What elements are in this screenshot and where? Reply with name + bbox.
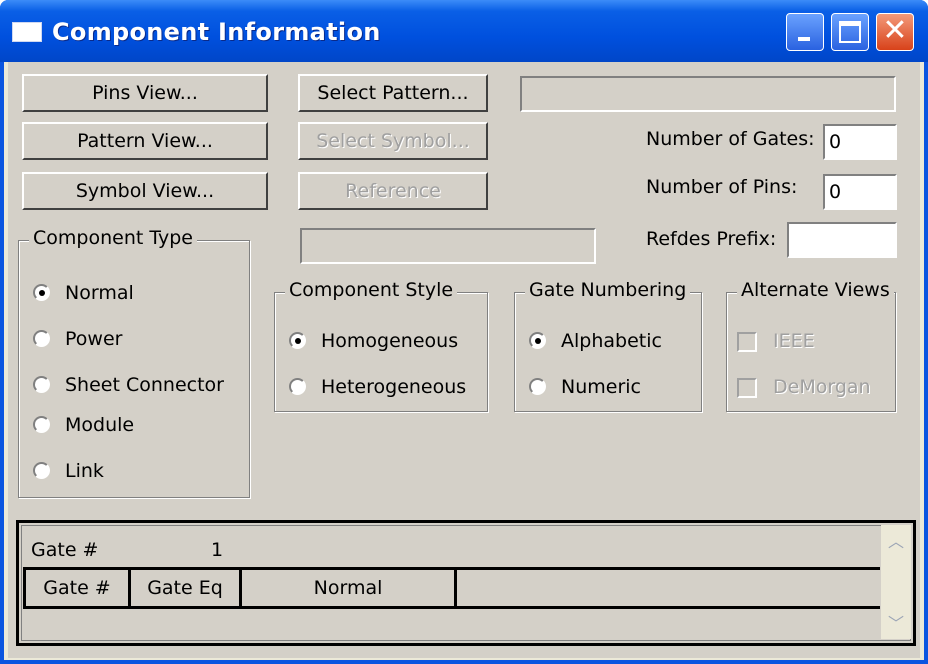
gate-number-label: Gate # [31,539,99,561]
radio-selected-icon [33,284,50,301]
checkbox-label: IEEE [773,330,815,352]
number-of-gates-label: Number of Gates: [646,128,815,150]
radio-label: Sheet Connector [65,374,224,396]
component-type-group: Component Type Normal Power Sheet Connec… [18,227,250,498]
window-title: Component Information [52,18,381,46]
radio-label: Numeric [561,376,641,398]
radio-icon [289,378,306,395]
component-type-title: Component Type [29,227,197,249]
radio-selected-icon [289,332,306,349]
close-icon: ✕ [882,13,908,48]
component-style-group: Component Style Homogeneous Heterogeneou… [274,279,488,412]
radio-label: Link [65,460,104,482]
maximize-icon [832,14,868,50]
column-header-normal[interactable]: Normal [239,567,457,609]
pattern-field [520,76,896,112]
vertical-scrollbar[interactable]: ︿ ﹀ [881,525,911,639]
window-icon [12,22,42,42]
grid-header-row: Gate # Gate Eq Normal [23,567,883,609]
reference-button[interactable]: Reference [298,172,488,210]
checkbox-icon [737,332,757,352]
number-of-pins-input[interactable]: 0 [823,174,897,210]
symbol-view-button[interactable]: Symbol View... [22,172,268,210]
select-pattern-button[interactable]: Select Pattern... [298,74,488,112]
gate-numbering-group: Gate Numbering Alphabetic Numeric [514,279,702,412]
radio-icon [33,376,50,393]
radio-icon [33,416,50,433]
component-information-window: Component Information ✕ Pins View... Pat… [0,0,928,664]
radio-selected-icon [529,332,546,349]
checkbox-label: DeMorgan [773,376,871,398]
radio-icon [33,462,50,479]
radio-label: Heterogeneous [321,376,467,398]
number-of-pins-label: Number of Pins: [646,176,798,198]
column-header-gate-number[interactable]: Gate # [23,567,131,609]
checkbox-icon [737,378,757,398]
gate-grid[interactable]: Gate # 1 Gate # Gate Eq Normal ︿ ﹀ [16,520,916,646]
symbol-field [300,228,596,264]
alternate-views-title: Alternate Views [737,279,894,301]
component-style-title: Component Style [285,279,458,301]
minimize-icon [787,14,823,50]
gate-number-value: 1 [211,539,224,561]
column-header-empty [454,567,880,609]
radio-label: Homogeneous [321,330,459,352]
minimize-button[interactable] [786,13,824,51]
radio-label: Alphabetic [561,330,662,352]
radio-label: Normal [65,282,134,304]
title-bar[interactable]: Component Information ✕ [0,0,928,62]
pins-view-button[interactable]: Pins View... [22,74,268,112]
refdes-prefix-input[interactable] [787,222,897,258]
radio-icon [33,330,50,347]
gate-numbering-title: Gate Numbering [525,279,691,301]
chevron-up-icon[interactable]: ︿ [881,527,911,557]
column-header-gate-eq[interactable]: Gate Eq [128,567,242,609]
number-of-gates-input[interactable]: 0 [823,124,897,160]
radio-icon [529,378,546,395]
refdes-prefix-label: Refdes Prefix: [646,228,777,250]
pattern-view-button[interactable]: Pattern View... [22,122,268,160]
radio-label: Module [65,414,135,436]
maximize-button[interactable] [831,13,869,51]
close-button[interactable]: ✕ [876,13,914,51]
select-symbol-button[interactable]: Select Symbol... [298,122,488,160]
alternate-views-group: Alternate Views IEEE DeMorgan [726,279,896,412]
chevron-down-icon[interactable]: ﹀ [881,609,911,639]
radio-label: Power [65,328,123,350]
